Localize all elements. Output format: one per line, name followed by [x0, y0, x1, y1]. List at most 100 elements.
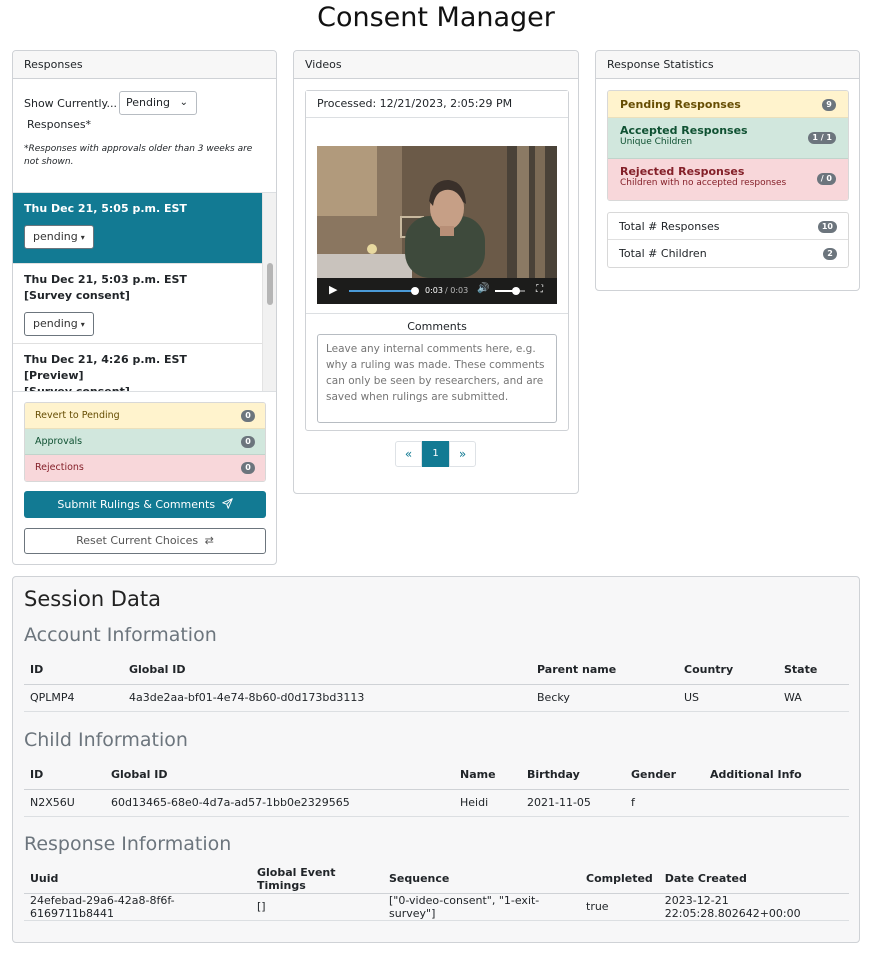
rejections-count-badge: 0 [241, 462, 255, 474]
response-item[interactable]: Thu Dec 21, 5:03 p.m. EST [Survey consen… [13, 264, 262, 344]
send-icon [221, 498, 233, 509]
column-header: Parent name [531, 656, 678, 685]
responses-label: Responses* [27, 118, 92, 131]
scrollbar-thumb[interactable] [267, 263, 273, 305]
volume-handle[interactable] [512, 287, 520, 295]
total-children-badge: 2 [823, 248, 837, 260]
child-info-table: ID Global ID Name Birthday Gender Additi… [24, 761, 849, 817]
column-header: State [778, 656, 849, 685]
table-header-row: ID Global ID Parent name Country State [24, 656, 849, 685]
table-cell: Becky [531, 684, 678, 712]
show-currently-label: Show Currently... [24, 97, 117, 110]
videos-header: Videos [294, 51, 578, 79]
response-statistics-panel: Response Statistics Pending Responses 9 … [595, 50, 860, 291]
table-cell: QPLMP4 [24, 684, 123, 712]
rejected-stat-title: Rejected Responses [620, 165, 745, 178]
total-children-label: Total # Children [619, 247, 707, 260]
consent-video[interactable]: ▶ 0:03 / 0:03 🔊 ⛶ [317, 146, 557, 304]
approvals-count-badge: 0 [241, 436, 255, 448]
comments-section: Comments [306, 313, 568, 423]
child-info-title: Child Information [24, 729, 188, 751]
status-dropdown-button[interactable]: pending ▾ [24, 312, 94, 336]
pending-stat-title: Pending Responses [620, 98, 741, 111]
volume-track[interactable] [495, 287, 525, 295]
column-header: Completed [580, 865, 659, 894]
response-list[interactable]: Thu Dec 21, 5:05 p.m. EST pending ▾ Thu D… [13, 192, 276, 392]
accepted-stat-sub: Unique Children [620, 137, 693, 147]
pager-page-1[interactable]: 1 [422, 441, 449, 467]
status-filter-value: Pending [126, 96, 170, 109]
rejections-label: Rejections [35, 462, 84, 473]
response-tag: [Survey consent] [24, 289, 130, 302]
accepted-stat-badge: 1 / 1 [808, 132, 836, 144]
pending-stat-row: Pending Responses 9 [608, 91, 848, 118]
video-container: Processed: 12/21/2023, 2:05:29 PM ▶ 0:03… [305, 90, 569, 431]
table-cell: US [678, 684, 778, 712]
table-header-row: ID Global ID Name Birthday Gender Additi… [24, 761, 849, 790]
response-item[interactable]: Thu Dec 21, 5:05 p.m. EST pending ▾ [13, 193, 262, 264]
response-tag: [Survey consent] [24, 385, 130, 392]
column-header: Sequence [383, 865, 580, 894]
table-cell: f [625, 789, 704, 817]
response-info-table: Uuid Global Event Timings Sequence Compl… [24, 865, 849, 921]
videos-panel: Videos Processed: 12/21/2023, 2:05:29 PM… [293, 50, 579, 494]
submit-rulings-label: Submit Rulings & Comments [57, 498, 216, 511]
video-pagination: « 1 » [395, 441, 476, 467]
column-header: Global Event Timings [251, 865, 383, 894]
total-responses-row: Total # Responses 10 [608, 213, 848, 240]
session-data-title: Session Data [24, 587, 161, 611]
responses-panel: Responses Show Currently... Pending ⌄ Re… [12, 50, 277, 565]
response-list-scrollbar[interactable] [262, 193, 276, 391]
comments-label: Comments [407, 320, 467, 333]
table-cell: 24efebad-29a6-42a8-8f6f-6169711b8441 [24, 893, 251, 921]
seek-progress [349, 290, 415, 292]
column-header: Uuid [24, 865, 251, 894]
pager-prev-button[interactable]: « [395, 441, 422, 467]
repeat-icon: ⇄ [204, 534, 214, 547]
rejected-stat-sub: Children with no accepted responses [620, 178, 787, 188]
column-header: Date Created [658, 865, 849, 894]
table-cell [704, 789, 849, 817]
comments-textarea[interactable] [317, 334, 557, 423]
total-responses-badge: 10 [817, 221, 837, 233]
account-info-table: ID Global ID Parent name Country State Q… [24, 656, 849, 712]
total-children-row: Total # Children 2 [608, 240, 848, 267]
table-row: N2X56U 60d13465-68e0-4d7a-ad57-1bb0e2329… [24, 789, 849, 817]
approval-note: *Responses with approvals older than 3 w… [24, 144, 253, 167]
volume-icon[interactable]: 🔊 [477, 283, 489, 294]
table-cell: 2023-12-21 22:05:28.802642+00:00 [658, 893, 849, 921]
response-item[interactable]: Thu Dec 21, 4:26 p.m. EST [Preview] [Sur… [13, 344, 262, 392]
fullscreen-icon[interactable]: ⛶ [536, 284, 543, 295]
seek-handle[interactable] [411, 287, 419, 295]
status-filter-select[interactable]: Pending ⌄ [119, 91, 197, 115]
table-cell: 60d13465-68e0-4d7a-ad57-1bb0e2329565 [105, 789, 454, 817]
caret-down-icon: ▾ [80, 320, 85, 329]
pager-next-button[interactable]: » [449, 441, 476, 467]
revert-count-badge: 0 [241, 410, 255, 422]
response-info-title: Response Information [24, 833, 232, 855]
total-time: / 0:03 [445, 286, 469, 295]
table-cell: ["0-video-consent", "1-exit-survey"] [383, 893, 580, 921]
session-data-panel: Session Data Account Information ID Glob… [12, 576, 860, 943]
response-tag: [Preview] [24, 369, 84, 382]
play-icon[interactable]: ▶ [329, 283, 337, 296]
status-dropdown-label: pending [33, 230, 78, 243]
revert-label: Revert to Pending [35, 410, 120, 421]
column-header: Additional Info [704, 761, 849, 790]
seek-track[interactable] [349, 287, 419, 295]
revert-count-row: Revert to Pending 0 [25, 403, 265, 429]
table-row: QPLMP4 4a3de2aa-bf01-4e74-8b60-d0d173bd3… [24, 684, 849, 712]
total-responses-label: Total # Responses [619, 220, 720, 233]
column-header: Country [678, 656, 778, 685]
approvals-label: Approvals [35, 436, 83, 447]
table-cell: WA [778, 684, 849, 712]
column-header: ID [24, 761, 105, 790]
table-cell: [] [251, 893, 383, 921]
status-dropdown-button[interactable]: pending ▾ [24, 225, 94, 249]
table-cell: true [580, 893, 659, 921]
column-header: Global ID [105, 761, 454, 790]
table-cell: Heidi [454, 789, 521, 817]
submit-rulings-button[interactable]: Submit Rulings & Comments [24, 491, 266, 518]
reset-choices-button[interactable]: Reset Current Choices ⇄ [24, 528, 266, 554]
stats-header: Response Statistics [596, 51, 859, 79]
